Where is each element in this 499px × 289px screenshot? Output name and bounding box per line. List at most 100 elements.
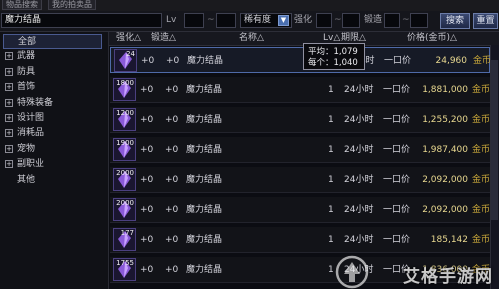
stack-quantity: 2000: [116, 199, 134, 207]
tab-item-search[interactable]: 物品搜索: [2, 0, 42, 10]
category-label: 首饰: [17, 82, 36, 93]
level-max-input[interactable]: [216, 13, 236, 28]
enhance-value: +0: [140, 85, 154, 95]
col-price[interactable]: 价格(金币)△: [407, 32, 457, 45]
level-range-sep: ~: [207, 15, 215, 25]
item-level: 1: [328, 85, 334, 95]
col-forge[interactable]: 锻造△: [151, 32, 176, 45]
item-level: 1: [328, 235, 334, 245]
currency-label: 金币: [472, 145, 491, 155]
scrollbar-thumb[interactable]: [491, 60, 498, 220]
price-tooltip: 平均：1,079 每个：1,040: [303, 43, 365, 70]
forge-value: +0: [165, 175, 179, 185]
item-duration: 24小时: [344, 145, 374, 155]
enhance-value: +0: [140, 205, 154, 215]
category-item[interactable]: + 宠物: [3, 142, 102, 157]
magic-crystal-icon: 177: [113, 228, 136, 251]
expand-plus-icon[interactable]: +: [5, 67, 13, 76]
expand-plus-icon[interactable]: +: [5, 160, 13, 169]
rarity-dropdown-icon[interactable]: ▼: [278, 15, 289, 26]
item-name: 魔力结晶: [186, 265, 223, 275]
magic-crystal-icon: 2000: [113, 198, 136, 221]
item-price: 24,960: [435, 56, 468, 66]
price-type: 一口价: [383, 85, 411, 95]
col-name[interactable]: 名称△: [239, 32, 264, 45]
item-duration: 24小时: [344, 235, 374, 245]
category-item[interactable]: 全部: [3, 34, 102, 49]
expand-plus-icon[interactable]: +: [5, 98, 13, 107]
price-type: 一口价: [383, 175, 411, 185]
currency-label: 金币: [472, 115, 491, 125]
stack-quantity: 1900: [116, 139, 134, 147]
category-item[interactable]: 其他: [3, 173, 102, 188]
category-item[interactable]: + 武器: [3, 49, 102, 64]
price-type: 一口价: [383, 145, 411, 155]
stack-quantity: 2000: [116, 169, 134, 177]
col-enhance[interactable]: 强化△: [116, 32, 141, 45]
expand-plus-icon[interactable]: +: [5, 114, 13, 122]
listing-row[interactable]: 177 +0 +0 魔力结晶 1 24小时 一口价 185,142 金币: [110, 227, 490, 253]
forge-value: +0: [165, 85, 179, 95]
item-name: 魔力结晶: [186, 205, 223, 215]
stack-quantity: 1200: [116, 109, 134, 117]
item-name: 魔力结晶: [186, 145, 223, 155]
enhance-value: +0: [140, 265, 154, 275]
category-label: 特殊装备: [17, 97, 54, 108]
currency-label: 金币: [472, 85, 491, 95]
currency-label: 金币: [472, 205, 491, 215]
expand-plus-icon[interactable]: +: [5, 129, 13, 138]
forge-min-input[interactable]: [384, 13, 400, 28]
enhance-min-input[interactable]: [316, 13, 332, 28]
listing-row[interactable]: 1900 +0 +0 魔力结晶 1 24小时 一口价 1,987,400 金币: [110, 137, 490, 163]
enhance-label: 强化: [294, 15, 313, 25]
forge-value: +0: [165, 115, 179, 125]
listing-row[interactable]: 1200 +0 +0 魔力结晶 1 24小时 一口价 1,255,200 金币: [110, 107, 490, 133]
listing-row[interactable]: 24+0+0魔力结晶124小时一口价24,960金币: [110, 47, 491, 73]
listing-row[interactable]: 2000 +0 +0 魔力结晶 1 24小时 一口价 2,092,000 金币: [110, 167, 490, 193]
tab-my-auctions[interactable]: 我的拍卖品: [48, 0, 96, 10]
price-type: 一口价: [383, 205, 411, 215]
item-name-input[interactable]: 魔力结晶: [1, 13, 162, 28]
reset-button[interactable]: 重置: [473, 13, 498, 29]
category-item[interactable]: + 防具: [3, 65, 102, 80]
level-min-input[interactable]: [184, 13, 204, 28]
category-item[interactable]: + 消耗品: [3, 126, 102, 141]
price-type: 一口价: [384, 56, 412, 66]
price-type: 一口价: [383, 115, 411, 125]
stack-quantity: 177: [120, 229, 134, 237]
category-item[interactable]: + 设计图: [3, 111, 102, 126]
expand-plus-icon[interactable]: +: [5, 144, 13, 153]
category-label: 武器: [17, 51, 36, 62]
magic-crystal-icon: 1200: [113, 108, 136, 131]
forge-max-input[interactable]: [410, 13, 428, 28]
item-price: 2,092,000: [422, 205, 468, 215]
currency-label: 金币: [472, 175, 491, 185]
item-duration: 24小时: [344, 115, 374, 125]
forge-value: +0: [165, 205, 179, 215]
magic-crystal-icon: 1800: [113, 78, 136, 101]
forge-value: +0: [166, 56, 180, 66]
enhance-value: +0: [140, 145, 154, 155]
category-item[interactable]: + 副职业: [3, 157, 102, 172]
category-item[interactable]: + 首饰: [3, 80, 102, 95]
listing-row[interactable]: 2000 +0 +0 魔力结晶 1 24小时 一口价 2,092,000 金币: [110, 197, 490, 223]
watermark-text: 艾格手游网: [403, 267, 493, 287]
item-price: 1,987,400: [422, 145, 468, 155]
item-price: 1,255,200: [422, 115, 468, 125]
stack-quantity: 24: [126, 50, 135, 58]
search-button[interactable]: 搜索: [440, 13, 470, 29]
enhance-max-input[interactable]: [342, 13, 360, 28]
category-label: 全部: [18, 37, 37, 47]
item-level: 1: [328, 175, 334, 185]
price-type: 一口价: [383, 235, 411, 245]
expand-plus-icon[interactable]: +: [5, 83, 13, 92]
forge-value: +0: [165, 265, 179, 275]
category-label: 宠物: [17, 143, 36, 154]
magic-crystal-icon: 1755: [113, 258, 136, 281]
category-item[interactable]: + 特殊装备: [3, 96, 102, 111]
item-duration: 24小时: [344, 205, 374, 215]
listing-row[interactable]: 1800 +0 +0 魔力结晶 1 24小时 一口价 1,881,000 金币: [110, 77, 490, 103]
magic-crystal-icon: 24: [114, 49, 137, 72]
expand-plus-icon[interactable]: +: [5, 52, 13, 61]
item-level: 1: [328, 115, 334, 125]
